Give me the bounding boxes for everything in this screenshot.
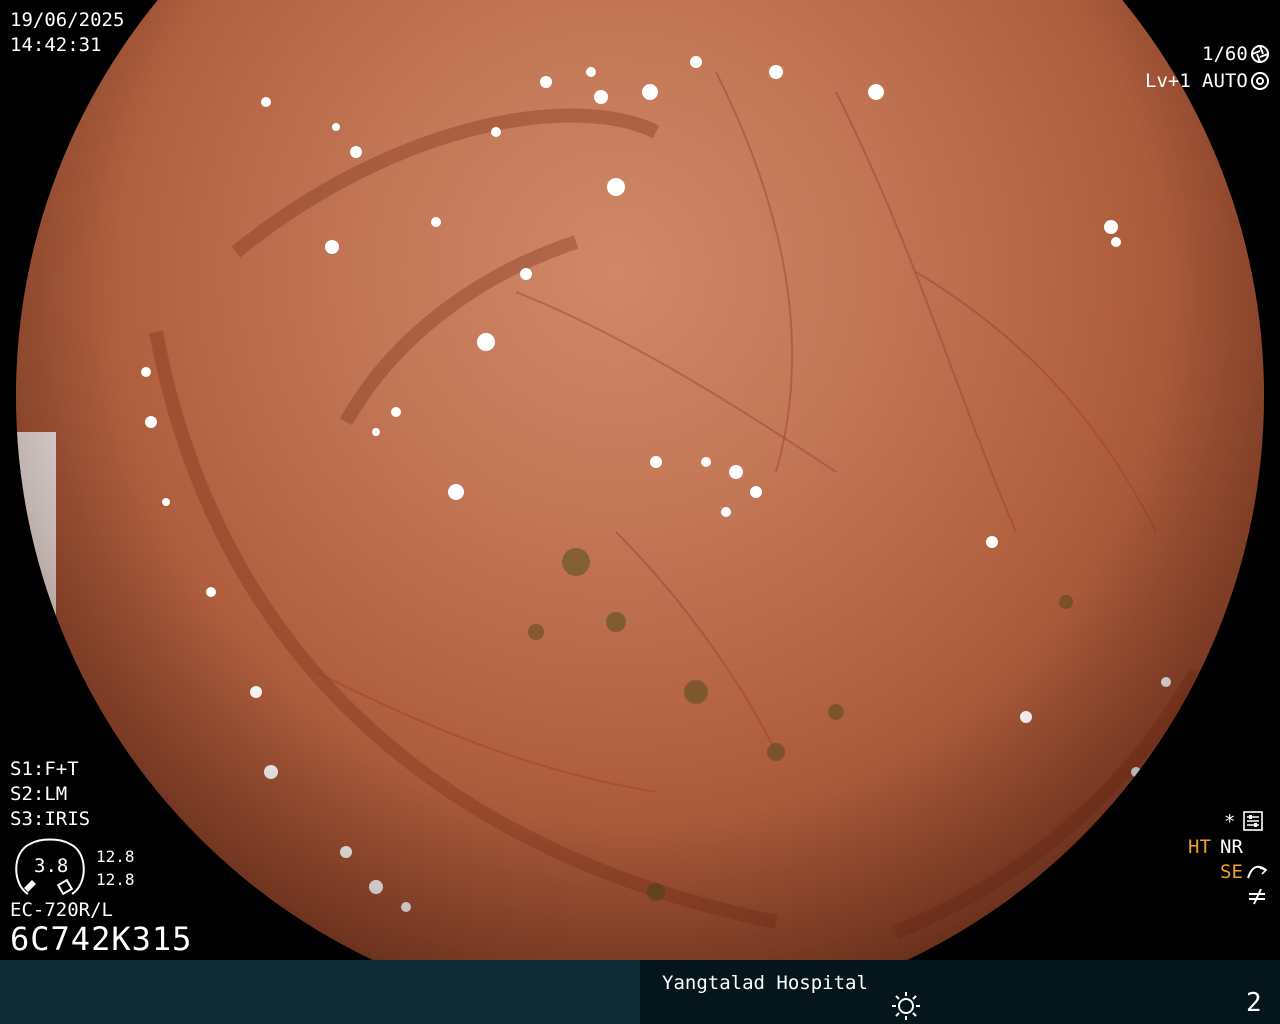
setting-s3: S3:IRIS	[10, 808, 91, 830]
scope-serial: 6C742K315	[10, 920, 193, 958]
mode-curve-icon	[1246, 862, 1268, 886]
ht-label: HT	[1188, 836, 1211, 858]
sun-icon	[890, 990, 922, 1024]
time-label: 14:42:31	[10, 34, 102, 56]
shutter-icon	[1250, 44, 1270, 68]
endoscopy-screen: 19/06/2025 14:42:31 1/60 Lv+1 AUTO S1:F+…	[0, 0, 1280, 1024]
gauge-top: 12.8	[96, 847, 135, 866]
nr-label: NR	[1220, 836, 1243, 858]
aperture-icon	[1250, 71, 1270, 95]
date-label: 19/06/2025	[10, 9, 125, 31]
gauge-value: 3.8	[34, 855, 69, 877]
endoscope-image	[16, 0, 1264, 1020]
shutter-speed: 1/60	[1202, 43, 1248, 65]
gauge-bottom: 12.8	[96, 870, 135, 889]
se-label: SE	[1220, 861, 1243, 883]
setting-s1: S1:F+T	[10, 758, 79, 780]
exposure-mode: AUTO	[1202, 70, 1248, 92]
scope-model: EC-720R/L	[10, 899, 113, 921]
page-number: 2	[1246, 988, 1262, 1018]
not-equal-icon	[1246, 886, 1268, 910]
setting-s2: S2:LM	[10, 783, 68, 805]
scope-gauge: 3.8	[10, 836, 90, 900]
hospital-name: Yangtalad Hospital	[662, 972, 868, 994]
light-level: Lv+1	[1145, 70, 1191, 92]
star-label: *	[1224, 811, 1236, 833]
settings-panel-icon	[1243, 811, 1263, 835]
